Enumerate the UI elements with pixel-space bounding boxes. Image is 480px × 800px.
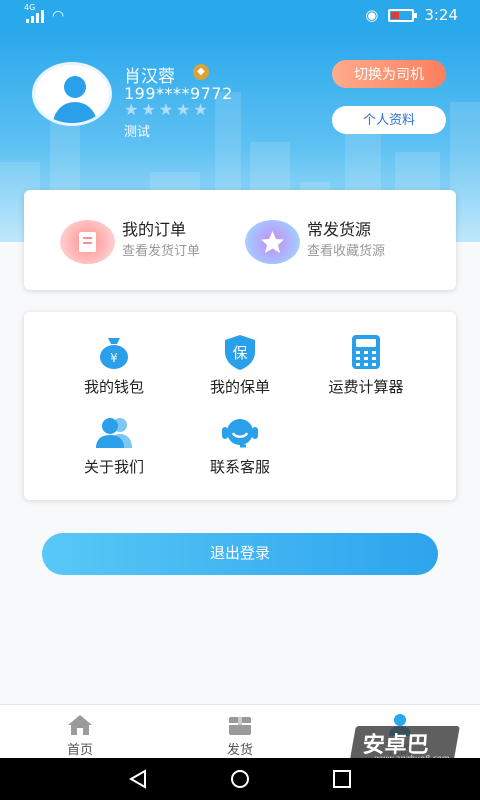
frequent-sources-item[interactable]: 常发货源 查看收藏货源 — [245, 216, 445, 266]
wallet-label: 我的钱包 — [83, 378, 144, 396]
home-circle-icon[interactable] — [229, 769, 251, 789]
status-time: 3:24 — [424, 6, 458, 24]
insurance-label: 我的保单 — [209, 378, 270, 396]
insurance-shield-icon: 保 — [225, 335, 255, 370]
users-icon — [96, 418, 132, 448]
frequent-sources-subtitle: 查看收藏货源 — [307, 244, 386, 259]
nav-ship[interactable]: 发货 — [180, 705, 300, 759]
nav-home-label: 首页 — [66, 743, 93, 758]
my-orders-item[interactable]: 我的订单 查看发货订单 — [60, 216, 250, 266]
contact-service-item[interactable]: 联系客服 — [170, 412, 310, 482]
network-type: 4G — [24, 3, 36, 12]
orders-card: 我的订单 查看发货订单 常发货源 查看收藏货源 — [24, 190, 456, 290]
eye-icon: ◉ — [365, 6, 379, 24]
svg-text:保: 保 — [232, 344, 247, 362]
nav-ship-label: 发货 — [226, 743, 253, 758]
tools-card: ¥ 我的钱包 保 我的保单 运费计算器 关于我们 联系客服 — [24, 312, 456, 500]
freight-calculator-item[interactable]: 运费计算器 — [296, 332, 436, 402]
customer-service-icon — [222, 419, 258, 448]
my-orders-title: 我的订单 — [122, 220, 187, 239]
wallet-item[interactable]: ¥ 我的钱包 — [44, 332, 184, 402]
level-badge-icon: ◆ — [193, 64, 209, 80]
nav-home[interactable]: 首页 — [20, 705, 140, 759]
switch-to-driver-button[interactable]: 切换为司机 — [332, 60, 446, 88]
recent-apps-icon[interactable] — [332, 769, 352, 789]
freight-calculator-label: 运费计算器 — [328, 378, 404, 396]
calculator-icon — [352, 335, 380, 369]
about-us-item[interactable]: 关于我们 — [44, 412, 184, 482]
signal-icon: 4G — [24, 3, 46, 23]
frequent-sources-title: 常发货源 — [307, 220, 372, 239]
status-bar: 4G ◠ ◉ 3:24 — [0, 0, 480, 32]
profile-info-button[interactable]: 个人资料 — [332, 106, 446, 134]
star-icon — [245, 220, 300, 264]
home-icon — [68, 715, 92, 735]
back-icon[interactable] — [128, 769, 148, 789]
contact-service-label: 联系客服 — [209, 458, 270, 476]
my-orders-subtitle: 查看发货订单 — [122, 244, 201, 259]
avatar[interactable] — [32, 62, 112, 126]
shipping-box-icon — [229, 717, 251, 735]
svg-text:¥: ¥ — [110, 351, 118, 365]
system-navigation-bar — [0, 758, 480, 800]
wallet-icon: ¥ — [100, 338, 128, 369]
user-note: 测试 — [124, 125, 151, 140]
about-us-label: 关于我们 — [83, 458, 144, 476]
rating-stars: ★★★★★ — [124, 100, 211, 119]
insurance-item[interactable]: 保 我的保单 — [170, 332, 310, 402]
order-list-icon — [60, 220, 115, 264]
wifi-icon: ◠ — [52, 8, 65, 24]
logout-button[interactable]: 退出登录 — [42, 533, 438, 575]
battery-icon — [388, 8, 418, 22]
